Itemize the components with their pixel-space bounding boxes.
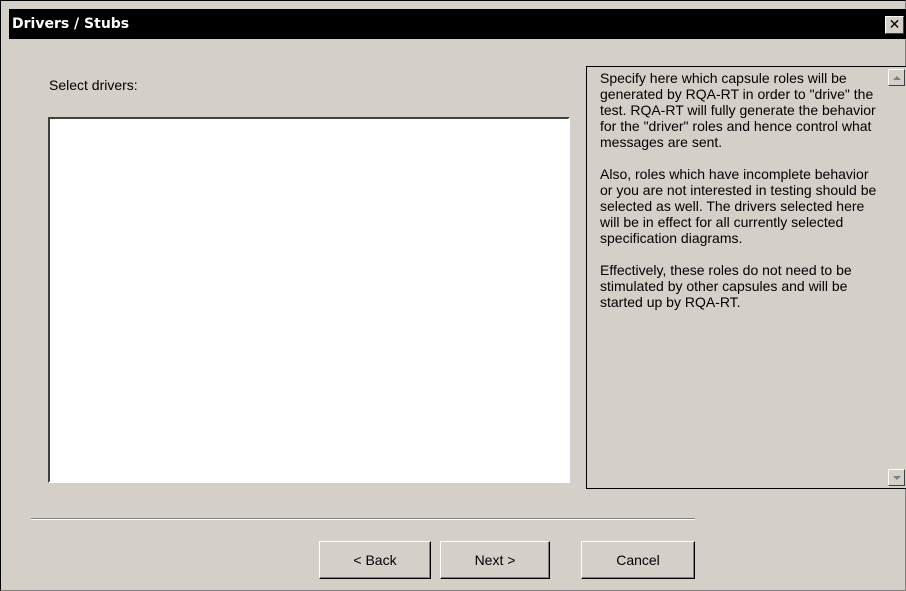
title-bar: Drivers / Stubs ✕ [9, 9, 906, 39]
help-paragraph: Specify here which capsule roles will be… [600, 70, 876, 150]
close-button[interactable]: ✕ [885, 16, 904, 34]
drivers-stubs-dialog: Drivers / Stubs ✕ Select drivers: Specif… [0, 0, 906, 591]
separator-line [31, 518, 695, 520]
back-button[interactable]: < Back [319, 541, 431, 579]
cancel-button[interactable]: Cancel [581, 541, 695, 579]
window-title: Drivers / Stubs [12, 16, 130, 32]
scroll-up-button[interactable] [888, 69, 905, 86]
select-drivers-label: Select drivers: [49, 77, 138, 93]
scroll-down-button[interactable] [888, 469, 905, 486]
next-button[interactable]: Next > [440, 541, 550, 579]
help-paragraph: Effectively, these roles do not need to … [600, 262, 852, 310]
help-text-panel: Specify here which capsule roles will be… [586, 66, 906, 489]
help-paragraph: Also, roles which have incomplete behavi… [600, 166, 877, 246]
help-text: Specify here which capsule roles will be… [600, 70, 880, 326]
close-icon: ✕ [888, 17, 901, 33]
drivers-listbox[interactable] [48, 117, 570, 483]
scroll-down-arrow-icon [892, 475, 901, 480]
help-scrollbar[interactable] [887, 67, 906, 488]
scroll-up-arrow-icon [892, 75, 901, 80]
